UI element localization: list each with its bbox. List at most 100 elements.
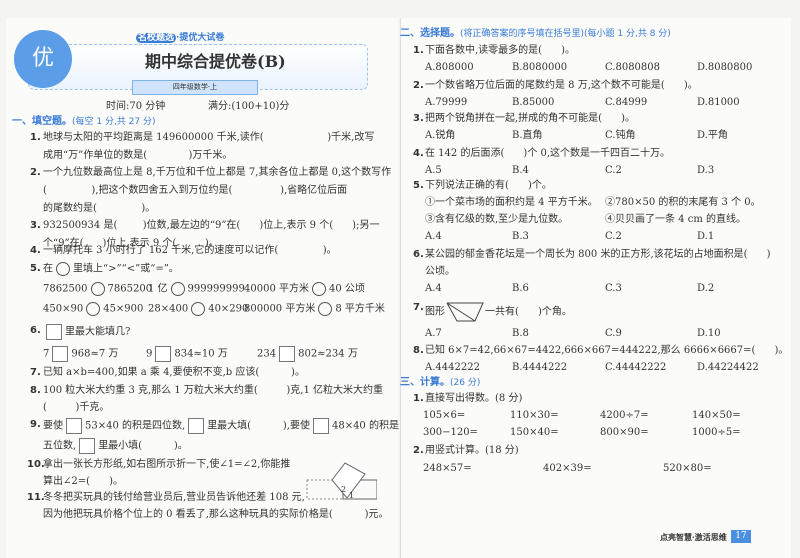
- oral-calc-item[interactable]: 300−120=: [423, 426, 478, 440]
- question-number: 4.: [413, 148, 424, 159]
- q3-1-number: 1.: [413, 393, 424, 404]
- option-c[interactable]: C.8080808: [605, 61, 660, 75]
- footer-slogan: 点亮智慧·激活思维: [660, 532, 727, 542]
- logo-badge: 优: [14, 30, 72, 88]
- question-text-lead: 图形: [425, 306, 445, 318]
- oral-calc-item[interactable]: 4200÷7=: [600, 409, 649, 423]
- section-2-title: 二、选择题。(将正确答案的序号填在括号里)(每小题 1 分,共 8 分): [400, 28, 671, 39]
- trapezoid-figure: [446, 302, 484, 322]
- section-1-title: 一、填空题。(每空 1 分,共 27 分): [12, 116, 156, 127]
- question-text: 在 142 的后面添( )个 0,这个数是一千四百二十万。: [425, 148, 671, 159]
- oral-calc-item[interactable]: 800×90=: [600, 426, 649, 440]
- question-text: 下面各数中,读零最多的是( )。: [425, 45, 576, 56]
- answer-box: [46, 324, 62, 340]
- answer-box[interactable]: [312, 418, 329, 434]
- compare-circle: [56, 262, 70, 276]
- option-b[interactable]: B.8080000: [512, 61, 567, 75]
- question-number: 7.: [413, 302, 424, 313]
- option-d[interactable]: D.平角: [697, 129, 728, 143]
- grade-ribbon: 四年级数学·上: [132, 80, 258, 95]
- answer-box[interactable]: [66, 418, 82, 434]
- vertical-calc-item[interactable]: 248×57=: [423, 462, 472, 476]
- compare-circle[interactable]: [170, 282, 185, 296]
- oral-calc-item[interactable]: 1000÷5=: [692, 426, 741, 440]
- option-d[interactable]: D.3: [697, 164, 714, 178]
- statement: ②780×50 的积的末尾有 3 个 0。: [605, 197, 761, 208]
- q3-1-text: 直接写出得数。(8 分): [425, 393, 523, 404]
- option-a[interactable]: A.79999: [425, 96, 467, 110]
- option-c[interactable]: C.84999: [605, 96, 647, 110]
- option-c[interactable]: C.44442222: [605, 361, 666, 375]
- series-name: ·提优大试卷: [176, 33, 225, 43]
- answer-box: [79, 438, 96, 454]
- q3-2-number: 2.: [413, 445, 424, 456]
- question-text: 已知 6×7=42,66×67=4422,666×667=444222,那么 6…: [425, 345, 789, 356]
- series-badge: 名校题选: [136, 33, 177, 43]
- option-b[interactable]: B.3: [512, 230, 529, 244]
- angle-1-label: 1: [349, 491, 354, 500]
- option-c[interactable]: C.2: [605, 164, 622, 178]
- oral-calc-item[interactable]: 150×40=: [510, 426, 559, 440]
- question-number: 8.: [413, 345, 424, 356]
- compare-circle[interactable]: [90, 282, 105, 296]
- series-label: 名校题选 ·提优大试卷: [136, 31, 224, 45]
- answer-box[interactable]: [155, 346, 172, 362]
- statement: ④贝贝画了一条 4 cm 的直线。: [605, 214, 746, 225]
- option-b[interactable]: B.直角: [512, 129, 543, 143]
- question-number: 2.: [413, 80, 424, 91]
- compare-circle[interactable]: [318, 302, 333, 316]
- vertical-calc-item[interactable]: 520×80=: [663, 462, 712, 476]
- option-d[interactable]: D.44224422: [697, 361, 759, 375]
- compare-circle[interactable]: [312, 282, 326, 296]
- option-d[interactable]: D.81000: [697, 96, 740, 110]
- page-number: 17: [731, 530, 751, 543]
- answer-box[interactable]: [52, 346, 69, 362]
- option-a[interactable]: A.锐角: [425, 129, 455, 143]
- oral-calc-item[interactable]: 105×6=: [423, 409, 465, 423]
- angle-2-label: 2: [341, 485, 346, 494]
- question-text: 把两个锐角拼在一起,拼成的角不可能是( )。: [425, 113, 636, 124]
- full-score: 满分:(100+10)分: [208, 101, 290, 112]
- answer-box: [188, 418, 205, 434]
- option-a[interactable]: A.808000: [425, 61, 474, 75]
- compare-circle[interactable]: [191, 302, 206, 316]
- option-b[interactable]: B.6: [512, 282, 529, 296]
- question-text: 某公园的郁金香花坛是一个周长为 800 米的正方形,该花坛的占地面积是( ): [425, 249, 771, 260]
- question-number: 3.: [413, 113, 424, 124]
- question-number: 6.: [413, 249, 424, 260]
- option-d[interactable]: D.2: [697, 282, 714, 296]
- oral-calc-item[interactable]: 140×50=: [692, 409, 741, 423]
- option-c[interactable]: C.钝角: [605, 129, 635, 143]
- option-c[interactable]: C.3: [605, 282, 622, 296]
- question-text-cont: 公顷。: [425, 266, 455, 277]
- option-c[interactable]: C.2: [605, 230, 622, 244]
- compare-circle[interactable]: [86, 302, 101, 316]
- time-limit: 时间:70 分钟: [106, 101, 166, 112]
- option-d[interactable]: D.1: [697, 230, 714, 244]
- answer-box[interactable]: [279, 346, 296, 362]
- option-b[interactable]: B.4444222: [512, 361, 567, 375]
- page-title: 期中综合提优卷(B): [145, 52, 286, 71]
- question-text: 图形 一共有( )个角。: [425, 301, 572, 323]
- option-b[interactable]: B.8: [512, 327, 529, 341]
- option-a[interactable]: A.4: [425, 282, 442, 296]
- question-number: 1.: [413, 45, 424, 56]
- option-d[interactable]: D.8080800: [697, 61, 752, 75]
- option-b[interactable]: B.85000: [512, 96, 554, 110]
- statement: ③含有亿级的数,至少是九位数。: [425, 214, 569, 225]
- oral-calc-item[interactable]: 110×30=: [510, 409, 559, 423]
- option-a[interactable]: A.5: [425, 164, 442, 178]
- option-c[interactable]: C.9: [605, 327, 622, 341]
- section-3-title: 三、计算。(26 分): [400, 377, 481, 388]
- question-number: 5.: [413, 180, 424, 191]
- question-text: 一个数省略万位后面的尾数约是 8 万,这个数不可能是( )。: [425, 80, 698, 91]
- question-text-tail: 一共有( )个角。: [485, 306, 572, 318]
- option-d[interactable]: D.10: [697, 327, 721, 341]
- q3-2-text: 用竖式计算。(18 分): [425, 445, 519, 456]
- option-a[interactable]: A.4: [425, 230, 442, 244]
- vertical-calc-item[interactable]: 402×39=: [543, 462, 592, 476]
- option-a[interactable]: A.7: [425, 327, 442, 341]
- option-b[interactable]: B.4: [512, 164, 529, 178]
- folded-paper-figure: 2 1: [306, 462, 377, 500]
- option-a[interactable]: A.4442222: [425, 361, 480, 375]
